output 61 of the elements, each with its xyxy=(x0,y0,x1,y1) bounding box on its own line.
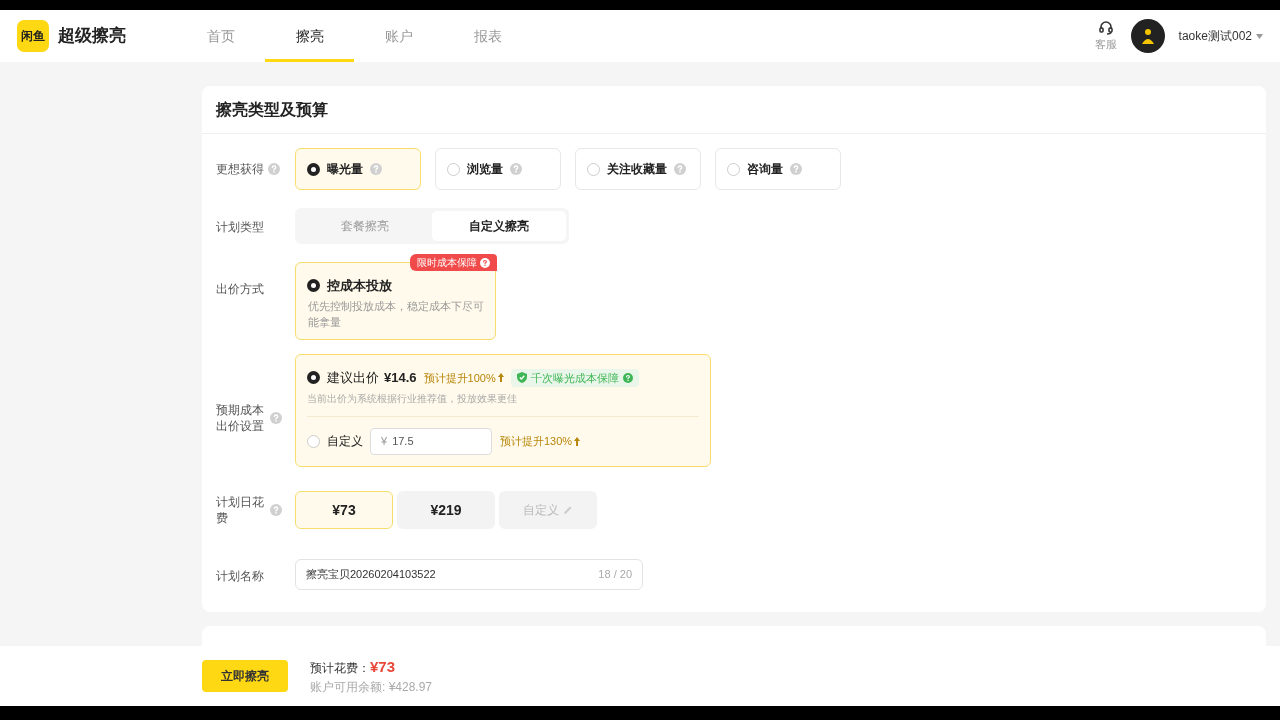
radio-button[interactable] xyxy=(307,371,320,385)
option-description: 当前出价为系统根据行业推荐值，投放效果更佳 xyxy=(307,390,699,417)
field-label: 计划日花费 xyxy=(216,494,265,526)
estimated-cost-value: ¥73 xyxy=(370,656,396,677)
help-icon[interactable] xyxy=(270,411,282,424)
help-icon[interactable] xyxy=(674,163,686,175)
guarantee-tag: 千次曝光成本保障 xyxy=(510,368,639,387)
goal-option[interactable]: 关注收藏量 xyxy=(575,148,701,190)
option-title: 控成本投放 xyxy=(327,277,392,295)
field-label: 更想获得 xyxy=(216,161,264,178)
nav-tab[interactable]: 擦亮 xyxy=(265,10,354,62)
boost-now-button[interactable]: 立即擦亮 xyxy=(202,660,288,692)
shield-check-icon xyxy=(516,372,527,384)
help-icon[interactable] xyxy=(790,163,802,175)
estimated-cost-label: 预计花费： xyxy=(310,659,370,677)
option-label: 关注收藏量 xyxy=(607,161,667,178)
goal-option[interactable]: 咨询量 xyxy=(715,148,841,190)
suggested-price: ¥14.6 xyxy=(384,369,417,387)
headset-icon[interactable] xyxy=(1097,19,1114,36)
caret-icon[interactable] xyxy=(1256,33,1263,39)
plan-name-field[interactable]: 擦亮宝贝20260204103522 18 / 20 xyxy=(295,559,643,590)
help-icon[interactable] xyxy=(510,163,522,175)
plan-type-tab[interactable]: 自定义擦亮 xyxy=(432,211,566,241)
avatar[interactable] xyxy=(1130,19,1165,53)
price-input-field[interactable]: ¥ 17.5 xyxy=(370,427,492,455)
help-icon[interactable] xyxy=(268,163,280,175)
field-label: 计划类型 xyxy=(216,220,264,234)
promo-badge: 限时成本保障 xyxy=(410,254,497,271)
help-icon[interactable] xyxy=(622,372,633,383)
section-title: 擦亮类型及预算 xyxy=(216,99,328,120)
goal-option[interactable]: 曝光量 xyxy=(295,148,421,190)
up-arrow-icon xyxy=(574,436,581,446)
radio-button[interactable] xyxy=(447,162,460,176)
radio-button[interactable] xyxy=(307,162,320,176)
option-label: 曝光量 xyxy=(327,161,363,178)
option-label: 浏览量 xyxy=(467,161,503,178)
option-label: 咨询量 xyxy=(747,161,783,178)
radio-button[interactable] xyxy=(727,162,740,176)
balance-text: 账户可用余额: ¥428.97 xyxy=(310,679,433,697)
radio-button[interactable] xyxy=(307,434,320,448)
option-label: 自定义 xyxy=(327,433,363,450)
budget-option[interactable]: ¥219 xyxy=(397,491,495,529)
option-label: 建议出价 xyxy=(327,369,379,387)
field-label: 预期成本出价设置 xyxy=(216,401,265,434)
username[interactable]: taoke测试002 xyxy=(1178,27,1252,45)
pencil-icon xyxy=(563,505,573,515)
field-label: 计划名称 xyxy=(216,568,264,583)
logo-icon: 闲鱼 xyxy=(17,20,49,52)
uplift-text: 预计提升130% xyxy=(500,432,581,450)
field-label: 出价方式 xyxy=(216,282,264,296)
radio-button[interactable] xyxy=(307,279,320,293)
radio-button[interactable] xyxy=(587,162,600,176)
goal-option[interactable]: 浏览量 xyxy=(435,148,561,190)
option-description: 优先控制投放成本，稳定成本下尽可能拿量 xyxy=(307,298,484,330)
brand-name: 超级擦亮 xyxy=(58,25,126,48)
uplift-text: 预计提升100% xyxy=(423,369,504,386)
help-icon[interactable] xyxy=(270,504,282,516)
help-icon[interactable] xyxy=(370,163,382,175)
help-icon[interactable] xyxy=(480,257,490,268)
budget-option[interactable]: ¥73 xyxy=(295,491,393,529)
up-arrow-icon xyxy=(497,373,504,383)
